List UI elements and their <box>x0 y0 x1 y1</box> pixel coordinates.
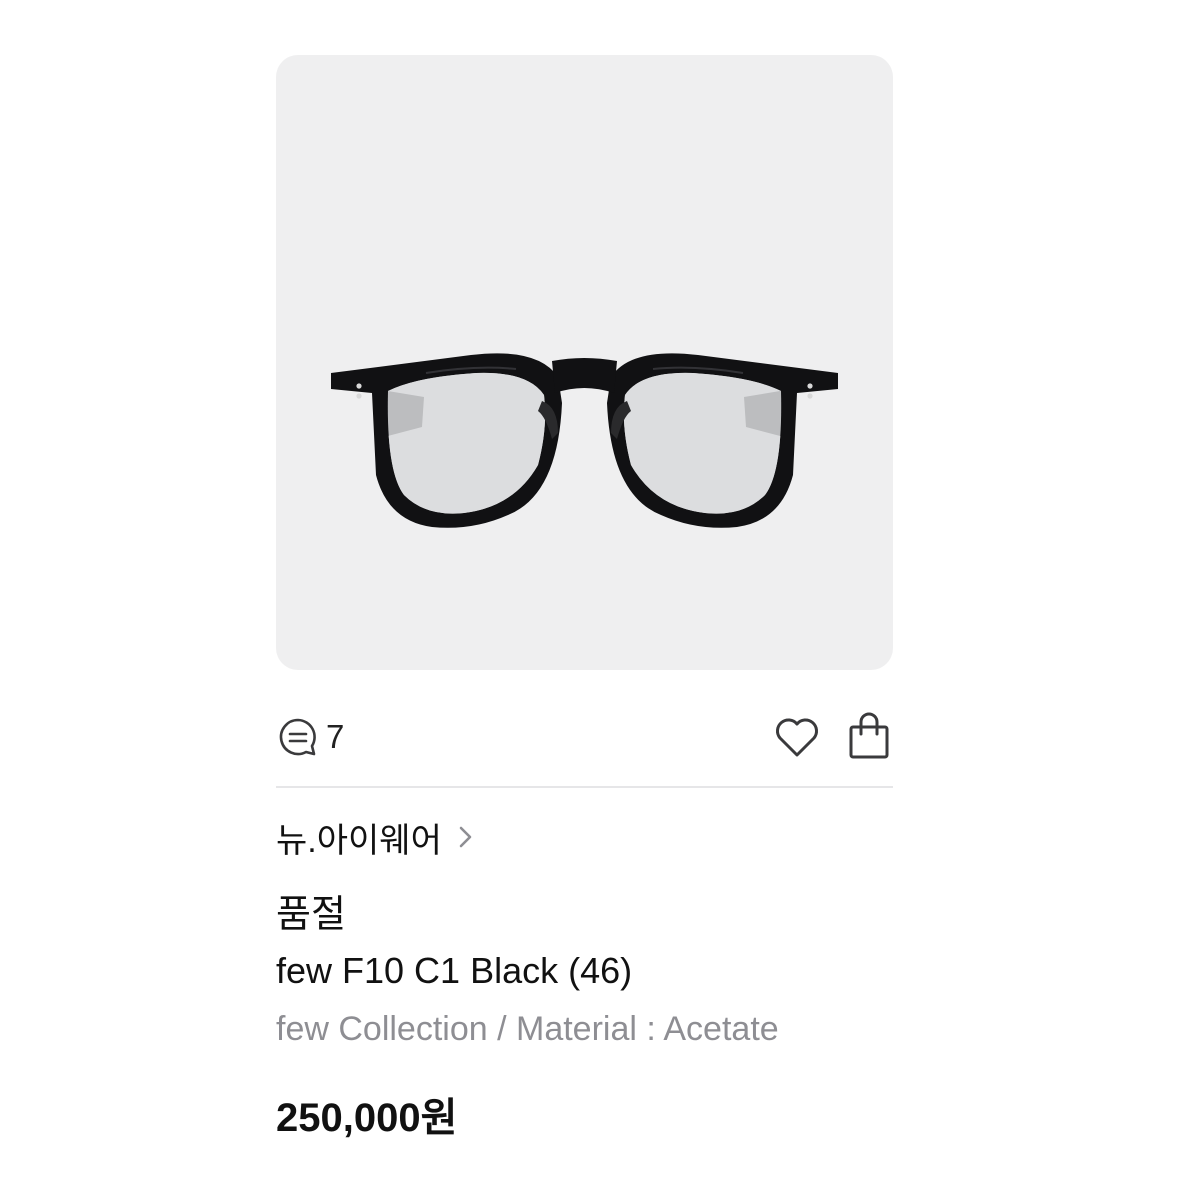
seller-name: 뉴.아이웨어 <box>276 821 442 860</box>
product-title: few F10 C1 Black (46) <box>276 950 633 991</box>
product-action-row: 7 <box>276 705 893 769</box>
eyeglasses-illustration <box>331 353 838 528</box>
comment-bubble-icon <box>279 718 316 756</box>
sold-out-status: 품절 <box>276 894 346 936</box>
section-divider <box>276 786 893 788</box>
comments-button[interactable]: 7 <box>276 713 344 761</box>
shopping-bag-icon[interactable] <box>846 711 892 761</box>
heart-icon[interactable] <box>772 713 822 761</box>
chevron-right-icon <box>459 826 472 848</box>
product-image[interactable] <box>276 55 893 670</box>
seller-link[interactable]: 뉴.아이웨어 <box>276 812 476 862</box>
comments-count: 7 <box>326 718 345 755</box>
product-price: 250,000원 <box>276 1096 458 1140</box>
product-subtitle: few Collection / Material : Acetate <box>276 1010 779 1048</box>
